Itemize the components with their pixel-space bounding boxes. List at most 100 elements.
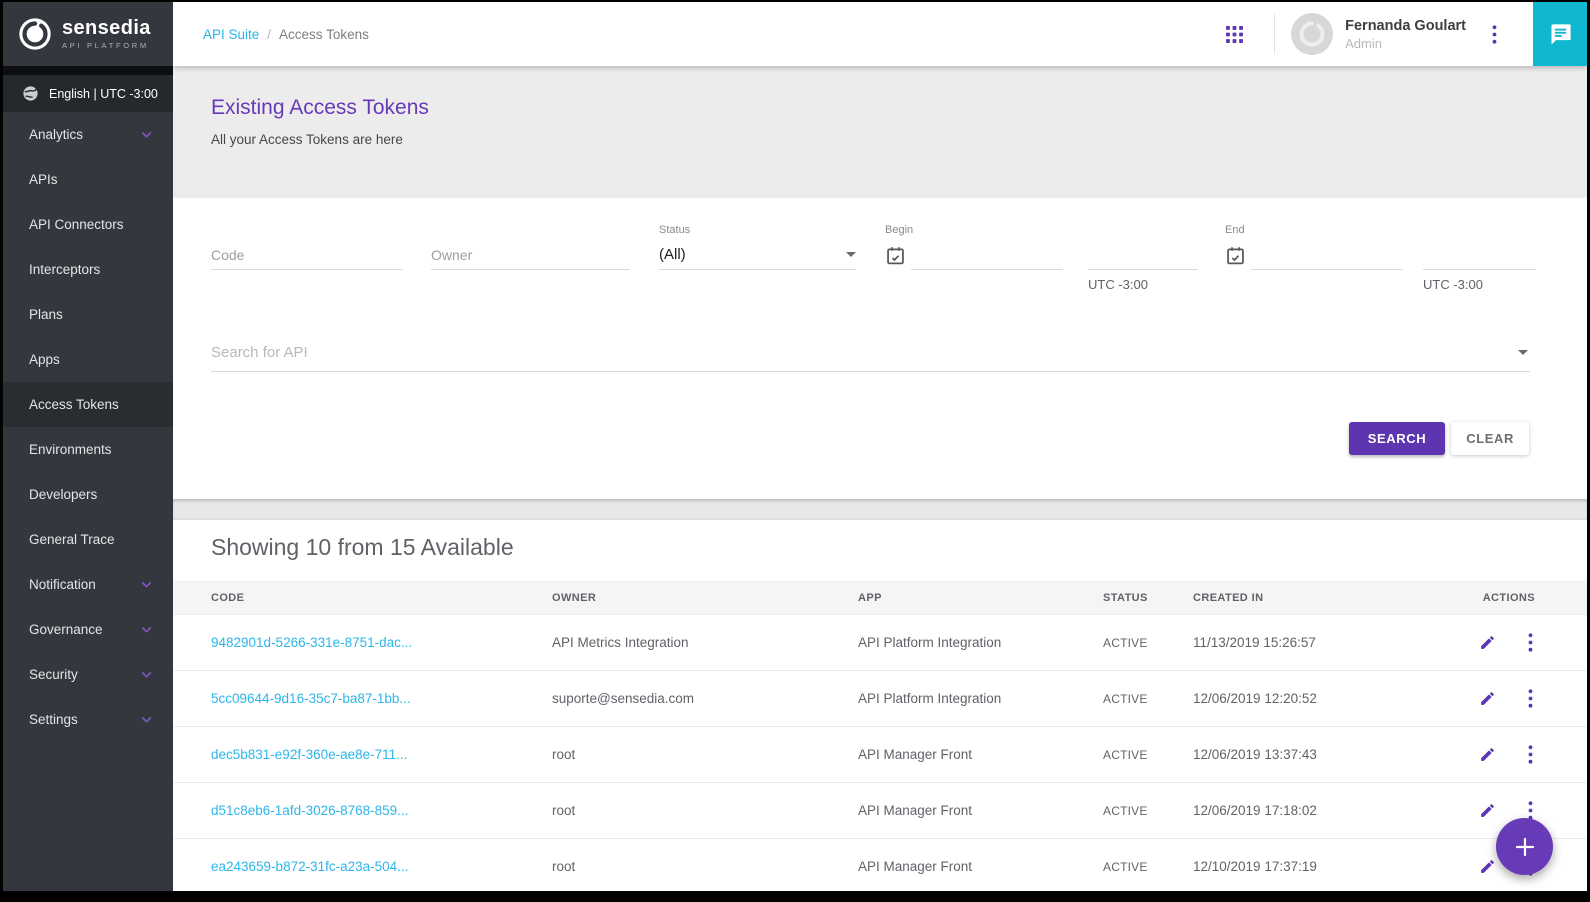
sidebar-item-access-tokens[interactable]: Access Tokens (3, 382, 173, 427)
sidebar-item-label: APIs (29, 172, 153, 187)
row-menu-button[interactable] (1526, 743, 1535, 766)
chevron-down-icon (140, 578, 153, 591)
sidebar-item-label: Interceptors (29, 262, 153, 277)
status-select[interactable]: (All) (659, 240, 856, 270)
row-actions (1425, 743, 1535, 766)
chevron-down-icon (140, 668, 153, 681)
sidebar-item-label: Developers (29, 487, 153, 502)
sidebar-item-label: Security (29, 667, 140, 682)
sidebar-item-settings[interactable]: Settings (3, 697, 173, 742)
sidebar-nav: Analytics APIs API Connectors Interceptors P… (3, 112, 173, 742)
results-summary: Showing 10 from 15 Available (211, 534, 1587, 561)
row-menu-button[interactable] (1526, 687, 1535, 710)
brand-logo[interactable]: sensedia API PLATFORM (3, 2, 173, 66)
language-selector[interactable]: English | UTC -3:00 (3, 75, 173, 112)
table-body: 9482901d-5266-331e-8751-dac... API Metri… (173, 615, 1587, 891)
table-row: dec5b831-e92f-360e-ae8e-711... root API … (173, 727, 1587, 783)
edit-pencil-icon (1479, 634, 1496, 651)
column-header-status: STATUS (1103, 592, 1193, 604)
breadcrumb-current-page: Access Tokens (279, 27, 369, 42)
sidebar-item-environments[interactable]: Environments (3, 427, 173, 472)
status-badge: ACTIVE (1103, 804, 1193, 818)
token-code-link[interactable]: ea243659-b872-31fc-a23a-504... (211, 859, 552, 874)
status-badge: ACTIVE (1103, 636, 1193, 650)
token-code-link[interactable]: 5cc09644-9d16-35c7-ba87-1bb... (211, 691, 552, 706)
app-cell: API Platform Integration (858, 691, 1103, 706)
sidebar-item-general-trace[interactable]: General Trace (3, 517, 173, 562)
user-info: Fernanda Goulart Admin (1345, 18, 1466, 51)
begin-time-input[interactable] (1088, 240, 1198, 270)
avatar[interactable] (1291, 13, 1333, 55)
sidebar-item-label: Notification (29, 577, 140, 592)
sidebar-item-analytics[interactable]: Analytics (3, 112, 173, 157)
end-calendar-icon[interactable] (1225, 245, 1246, 270)
edit-button[interactable] (1477, 632, 1498, 653)
row-actions (1425, 631, 1535, 654)
sensedia-swirl-icon (16, 15, 54, 53)
table-row: 9482901d-5266-331e-8751-dac... API Metri… (173, 615, 1587, 671)
token-code-link[interactable]: d51c8eb6-1afd-3026-8768-859... (211, 803, 552, 818)
sidebar-item-label: Apps (29, 352, 153, 367)
sidebar-item-governance[interactable]: Governance (3, 607, 173, 652)
app-cell: API Manager Front (858, 747, 1103, 762)
breadcrumb-api-suite[interactable]: API Suite (203, 27, 259, 42)
brand-name: sensedia (62, 18, 151, 38)
user-role: Admin (1345, 36, 1466, 51)
begin-calendar-icon[interactable] (885, 245, 906, 270)
add-access-token-button[interactable] (1496, 818, 1553, 875)
sidebar-item-label: Settings (29, 712, 140, 727)
sidebar-item-label: Plans (29, 307, 153, 322)
token-code-link[interactable]: 9482901d-5266-331e-8751-dac... (211, 635, 552, 650)
app-cell: API Manager Front (858, 859, 1103, 874)
chat-bubble-icon (1547, 21, 1574, 48)
sidebar-item-apis[interactable]: APIs (3, 157, 173, 202)
table-row: ea243659-b872-31fc-a23a-504... root API … (173, 839, 1587, 891)
sidebar-item-api-connectors[interactable]: API Connectors (3, 202, 173, 247)
end-timezone-label: UTC -3:00 (1423, 277, 1536, 292)
top-bar: API Suite / Access Tokens Fernanda Go (173, 2, 1587, 66)
column-header-actions: ACTIONS (1425, 592, 1535, 604)
apps-grid-icon[interactable] (1225, 25, 1244, 44)
search-button[interactable]: SEARCH (1349, 422, 1446, 455)
page-header: Existing Access Tokens All your Access T… (173, 66, 1587, 198)
sidebar-item-interceptors[interactable]: Interceptors (3, 247, 173, 292)
app-cell: API Platform Integration (858, 635, 1103, 650)
results-panel: Showing 10 from 15 Available CODEOWNERAP… (173, 520, 1587, 891)
row-menu-button[interactable] (1526, 631, 1535, 654)
table-header-row: CODEOWNERAPPSTATUSCREATED INACTIONS (173, 581, 1587, 615)
user-menu-kebab-icon[interactable] (1492, 25, 1497, 44)
owner-cell: root (552, 859, 858, 874)
end-time-input[interactable] (1423, 240, 1536, 270)
sidebar-item-security[interactable]: Security (3, 652, 173, 697)
owner-cell: suporte@sensedia.com (552, 691, 858, 706)
sidebar-item-notification[interactable]: Notification (3, 562, 173, 607)
edit-pencil-icon (1479, 802, 1496, 819)
code-input[interactable] (211, 240, 403, 270)
sidebar-item-label: Analytics (29, 127, 140, 142)
api-dropdown-caret-icon (1518, 350, 1528, 355)
breadcrumb-separator: / (267, 27, 271, 42)
dropdown-caret-icon (846, 252, 856, 257)
clear-button[interactable]: CLEAR (1451, 422, 1529, 455)
edit-button[interactable] (1477, 688, 1498, 709)
kebab-menu-icon (1528, 633, 1533, 652)
edit-button[interactable] (1477, 800, 1498, 821)
page-subtitle: All your Access Tokens are here (211, 132, 1587, 147)
brand-subtitle: API PLATFORM (62, 41, 151, 50)
sidebar-divider (3, 66, 173, 75)
status-badge: ACTIVE (1103, 860, 1193, 874)
sidebar-item-label: Environments (29, 442, 153, 457)
end-date-input[interactable] (1251, 240, 1403, 270)
sidebar-item-apps[interactable]: Apps (3, 337, 173, 382)
edit-button[interactable] (1477, 856, 1498, 877)
begin-date-input[interactable] (911, 240, 1063, 270)
created-in-cell: 11/13/2019 15:26:57 (1193, 635, 1425, 650)
owner-input[interactable] (431, 240, 630, 270)
feedback-chat-button[interactable] (1533, 2, 1587, 66)
sidebar-item-plans[interactable]: Plans (3, 292, 173, 337)
sidebar-item-developers[interactable]: Developers (3, 472, 173, 517)
api-search-input[interactable] (211, 334, 1530, 372)
created-in-cell: 12/10/2019 17:37:19 (1193, 859, 1425, 874)
token-code-link[interactable]: dec5b831-e92f-360e-ae8e-711... (211, 747, 552, 762)
edit-button[interactable] (1477, 744, 1498, 765)
